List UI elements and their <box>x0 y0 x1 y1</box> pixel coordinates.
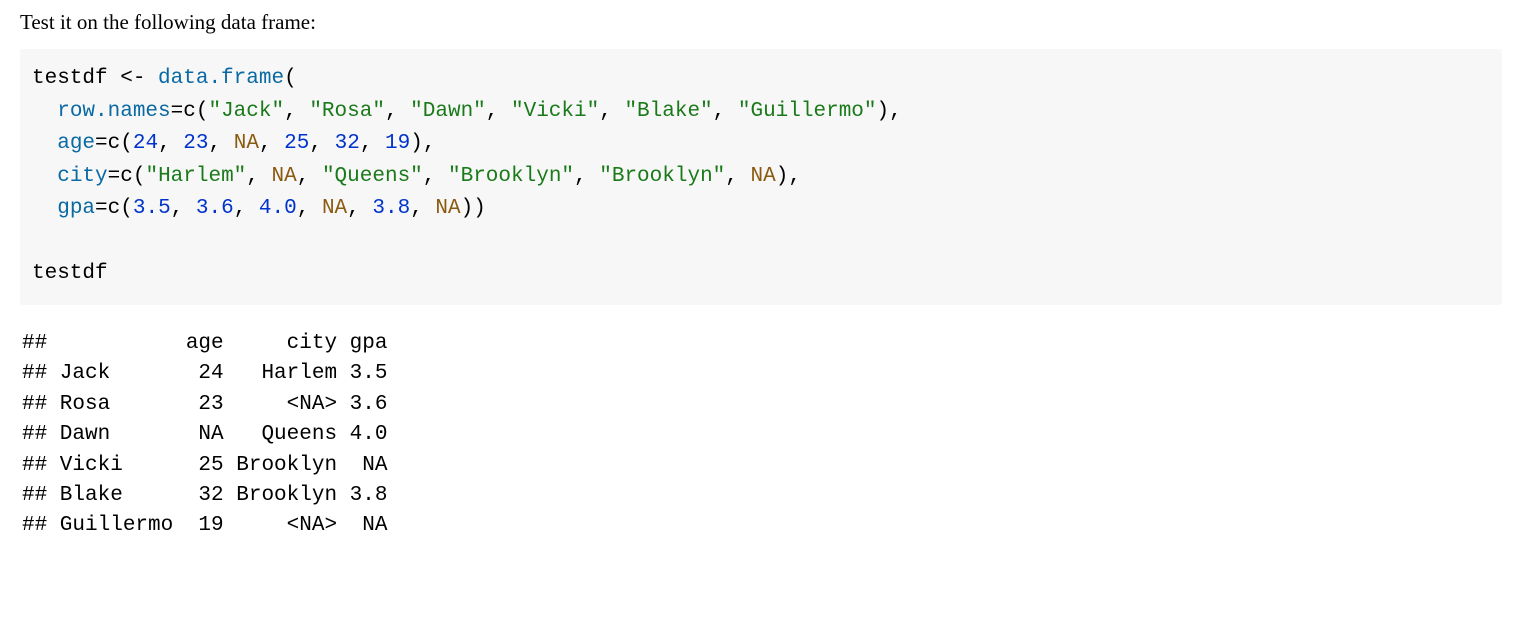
output-line-7: ## Guillermo 19 <NA> NA <box>22 514 387 537</box>
output-line-4: ## Dawn NA Queens 4.0 <box>22 423 387 446</box>
output-line-5: ## Vicki 25 Brooklyn NA <box>22 454 387 477</box>
output-line-1: ## age city gpa <box>22 332 387 355</box>
code-block: testdf <- data.frame( row.names=c("Jack"… <box>20 49 1502 305</box>
code-line-5: gpa=c(3.5, 3.6, 4.0, NA, 3.8, NA)) <box>32 197 486 220</box>
code-line-6: testdf <box>32 262 108 285</box>
code-line-1: testdf <- data.frame( <box>32 67 297 90</box>
code-line-2: row.names=c("Jack", "Rosa", "Dawn", "Vic… <box>32 100 902 123</box>
output-line-3: ## Rosa 23 <NA> 3.6 <box>22 393 387 416</box>
code-line-4: city=c("Harlem", NA, "Queens", "Brooklyn… <box>32 165 801 188</box>
code-line-3: age=c(24, 23, NA, 25, 32, 19), <box>32 132 435 155</box>
output-block: ## age city gpa ## Jack 24 Harlem 3.5 ##… <box>20 325 1502 546</box>
output-line-2: ## Jack 24 Harlem 3.5 <box>22 362 387 385</box>
output-line-6: ## Blake 32 Brooklyn 3.8 <box>22 484 387 507</box>
intro-text: Test it on the following data frame: <box>20 10 1502 35</box>
